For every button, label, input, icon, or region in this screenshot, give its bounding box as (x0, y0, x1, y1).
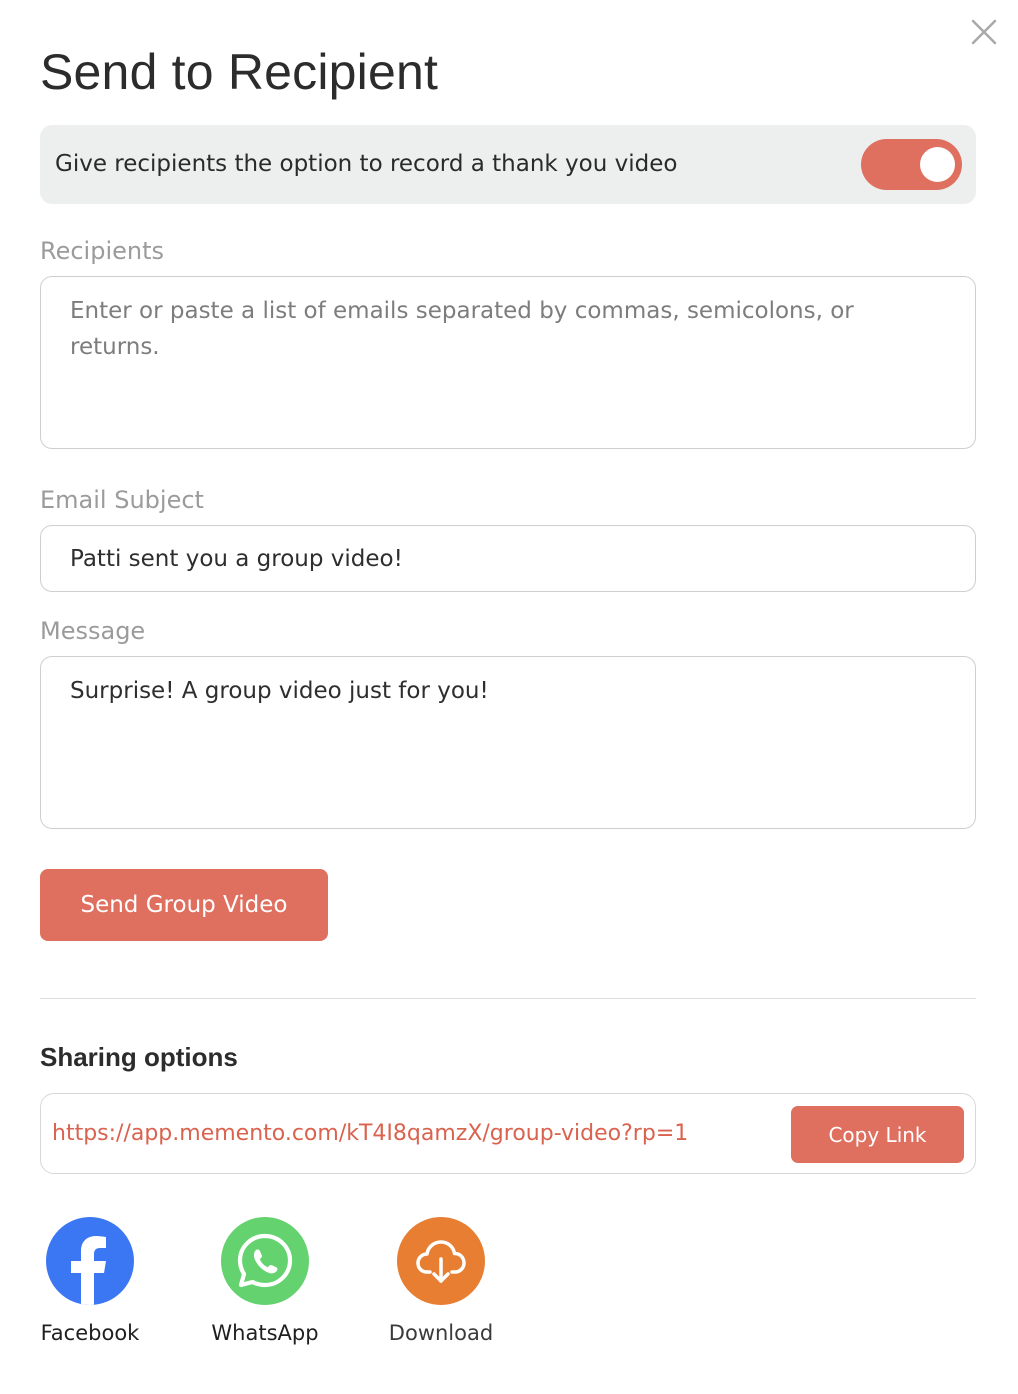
thank-you-video-option: Give recipients the option to record a t… (40, 125, 976, 204)
close-icon[interactable] (968, 16, 1000, 48)
message-input[interactable]: Surprise! A group video just for you! (40, 656, 976, 829)
download-label: Download (388, 1321, 494, 1345)
whatsapp-icon (221, 1217, 309, 1305)
divider (40, 998, 976, 999)
share-facebook[interactable]: Facebook (20, 1217, 160, 1347)
copy-link-button[interactable]: Copy Link (791, 1106, 964, 1163)
dialog-title: Send to Recipient (40, 44, 439, 100)
share-link[interactable]: https://app.memento.com/kT4I8qamzX/group… (52, 1094, 688, 1173)
share-link-box: https://app.memento.com/kT4I8qamzX/group… (40, 1093, 976, 1174)
facebook-icon (46, 1217, 134, 1305)
recipients-label: Recipients (40, 237, 165, 265)
facebook-label: Facebook (40, 1321, 140, 1345)
message-label: Message (40, 617, 146, 645)
thank-you-video-label: Give recipients the option to record a t… (55, 151, 678, 177)
share-whatsapp[interactable]: WhatsApp (195, 1217, 335, 1347)
sharing-options-heading: Sharing options (40, 1042, 238, 1072)
cloud-download-icon (397, 1217, 485, 1305)
thank-you-video-toggle[interactable] (861, 139, 962, 190)
send-to-recipient-dialog: Send to Recipient Give recipients the op… (0, 0, 1018, 1394)
whatsapp-label: WhatsApp (211, 1321, 319, 1345)
recipients-input[interactable] (40, 276, 976, 449)
toggle-knob (920, 147, 955, 182)
send-group-video-button[interactable]: Send Group Video (40, 869, 328, 941)
share-download[interactable]: Download (371, 1217, 511, 1347)
email-subject-input[interactable] (40, 525, 976, 592)
email-subject-label: Email Subject (40, 486, 204, 514)
